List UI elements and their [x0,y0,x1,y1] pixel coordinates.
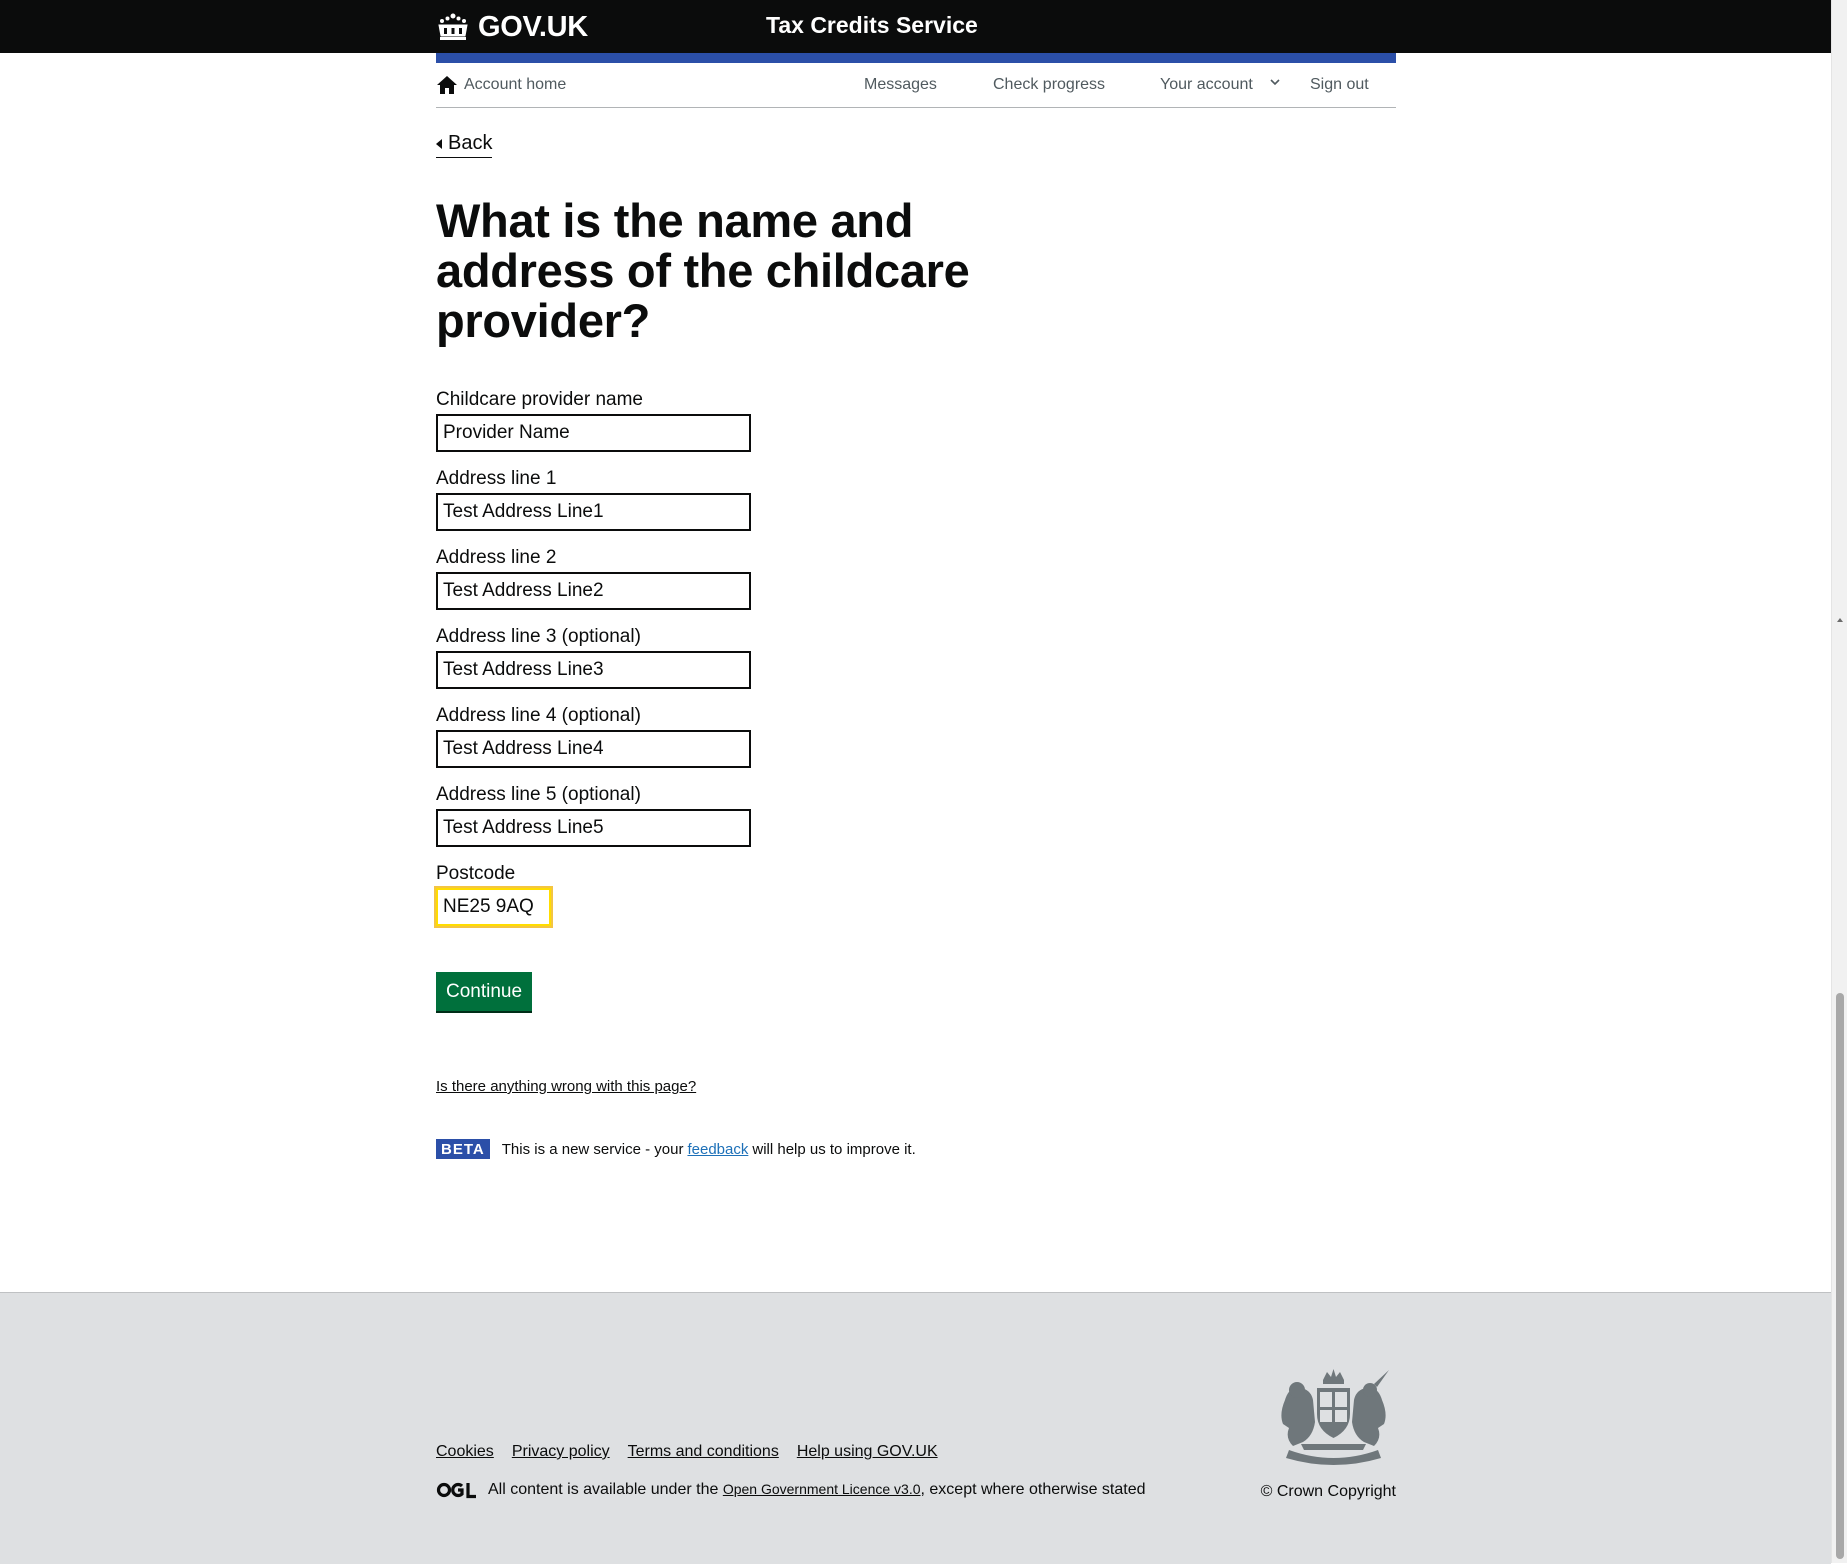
address-line-1-label: Address line 1 [436,468,557,489]
footer-inner: Cookies Privacy policy Terms and conditi… [436,1293,1396,1564]
address-line-1-group: Address line 1 [436,467,836,531]
address-line-2-input[interactable] [436,572,751,610]
service-name-link[interactable]: Tax Credits Service [766,12,978,39]
licence-text-after: , except where otherwise stated [920,1481,1146,1498]
footer: Cookies Privacy policy Terms and conditi… [0,1292,1831,1564]
footer-links: Cookies Privacy policy Terms and conditi… [436,1443,938,1461]
chevron-down-icon [1270,79,1280,85]
footer-link-terms[interactable]: Terms and conditions [628,1443,779,1461]
govuk-header: GOV.UK Tax Credits Service [0,0,1831,53]
provider-name-group: Childcare provider name [436,388,836,452]
licence-statement: All content is available under the Open … [436,1481,1146,1499]
address-line-4-input[interactable] [436,730,751,768]
your-account-label: Your account [1160,76,1253,93]
back-link[interactable]: Back [436,132,493,158]
messages-link[interactable]: Messages [864,76,937,94]
crown-copyright: © Crown Copyright [1260,1483,1396,1500]
address-line-4-label: Address line 4 (optional) [436,705,641,726]
beta-text-before: This is a new service - your [501,1140,684,1158]
page-title: What is the name and address of the chil… [436,194,970,347]
address-line-3-label: Address line 3 (optional) [436,626,641,647]
home-icon [437,76,457,94]
continue-button[interactable]: Continue [436,972,533,1011]
account-home-label: Account home [464,76,567,93]
account-home-link[interactable]: Account home [436,74,566,96]
licence-text-before: All content is available under the [488,1481,719,1498]
childcare-provider-form: Childcare provider name Address line 1 A… [434,388,836,941]
ogl-logo-icon [436,1482,476,1499]
your-account-menu[interactable]: Your account [1160,76,1281,94]
vertical-scrollbar[interactable] [1831,0,1847,1563]
address-line-3-group: Address line 3 (optional) [436,625,836,689]
address-line-1-input[interactable] [436,493,751,531]
ogl-licence-link[interactable]: Open Government Licence v3.0 [723,1481,921,1497]
footer-link-privacy[interactable]: Privacy policy [512,1443,610,1461]
footer-link-cookies[interactable]: Cookies [436,1443,494,1461]
beta-text-after: will help us to improve it. [752,1140,916,1158]
feedback-link[interactable]: feedback [687,1141,748,1158]
report-problem-link[interactable]: Is there anything wrong with this page? [436,1078,696,1095]
back-arrow-icon [436,138,442,149]
provider-name-label: Childcare provider name [436,389,643,410]
royal-coat-of-arms-icon [1281,1369,1389,1465]
postcode-group: Postcode [434,862,836,928]
address-line-2-group: Address line 2 [436,546,836,610]
back-link-label: Back [448,132,493,154]
sign-out-link[interactable]: Sign out [1310,76,1369,94]
govuk-logo-link[interactable]: GOV.UK [436,10,588,44]
address-line-5-group: Address line 5 (optional) [436,783,836,847]
header-inner: GOV.UK Tax Credits Service [436,0,1396,53]
beta-banner: BETA This is a new service - your feedba… [436,1138,916,1160]
footer-link-help[interactable]: Help using GOV.UK [797,1443,938,1461]
address-line-5-input[interactable] [436,809,751,847]
address-line-5-label: Address line 5 (optional) [436,784,641,805]
scroll-up-arrow-icon[interactable] [1837,618,1843,622]
header-blue-bar [436,53,1396,63]
provider-name-input[interactable] [436,414,751,452]
postcode-label: Postcode [436,863,516,884]
beta-tag: BETA [436,1139,490,1159]
govuk-logo-text: GOV.UK [478,10,588,43]
address-line-3-input[interactable] [436,651,751,689]
crown-icon [438,13,468,40]
postcode-input[interactable] [434,886,553,928]
scrollbar-thumb[interactable] [1836,993,1844,1559]
address-line-4-group: Address line 4 (optional) [436,704,836,768]
address-line-2-label: Address line 2 [436,547,557,568]
check-progress-link[interactable]: Check progress [993,76,1105,94]
account-nav: Account home Messages Check progress You… [436,63,1396,108]
